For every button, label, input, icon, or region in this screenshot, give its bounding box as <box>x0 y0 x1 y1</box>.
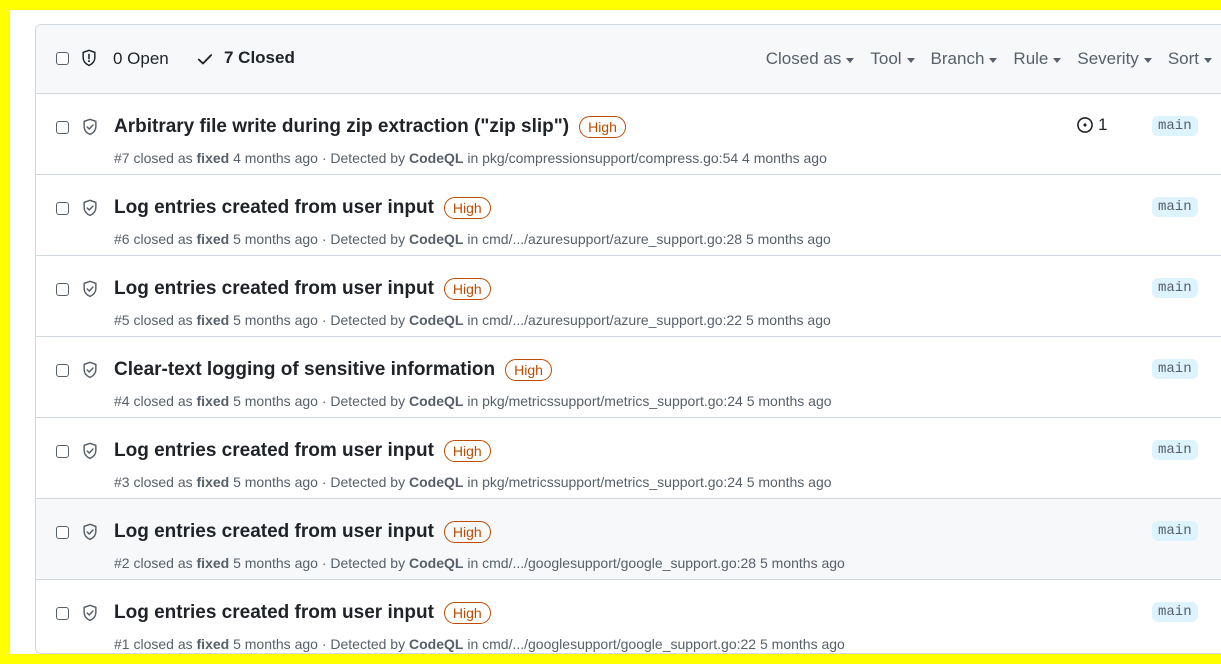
severity-badge: High <box>443 521 491 543</box>
branch-label: main <box>1152 359 1198 379</box>
filter-closed-as[interactable]: Closed as <box>766 49 855 69</box>
alert-checkbox[interactable] <box>56 202 69 215</box>
list-header: 0 Open 7 Closed Closed as Tool Branch Ru… <box>36 25 1221 94</box>
file-location[interactable]: pkg/metricssupport/metrics_support.go:24 <box>482 474 743 490</box>
branch-label: main <box>1152 602 1198 622</box>
file-location[interactable]: cmd/.../azuresupport/azure_support.go:28 <box>482 231 742 247</box>
branch-label: main <box>1152 116 1198 136</box>
file-location[interactable]: cmd/.../googlesupport/google_support.go:… <box>482 636 756 652</box>
alert-meta: #6 closed as fixed 5 months ago · Detect… <box>114 231 831 247</box>
alert-checkbox[interactable] <box>56 445 69 458</box>
alert-meta: #5 closed as fixed 5 months ago · Detect… <box>114 312 831 328</box>
select-all-checkbox[interactable] <box>56 52 69 65</box>
chevron-down-icon <box>1143 57 1152 63</box>
alerts-list: 0 Open 7 Closed Closed as Tool Branch Ru… <box>35 24 1221 654</box>
alert-meta: #7 closed as fixed 4 months ago · Detect… <box>114 150 827 166</box>
chevron-down-icon <box>1053 57 1062 63</box>
shield-check-icon <box>83 118 97 136</box>
filter-severity[interactable]: Severity <box>1077 49 1152 69</box>
alert-checkbox[interactable] <box>56 607 69 620</box>
file-location[interactable]: cmd/.../azuresupport/azure_support.go:22 <box>482 312 742 328</box>
alert-row: Log entries created from user input High… <box>36 256 1221 337</box>
alert-row: Log entries created from user input High… <box>36 580 1221 653</box>
open-tab[interactable]: 0 Open <box>113 49 169 69</box>
alert-checkbox[interactable] <box>56 364 69 377</box>
alert-row: Log entries created from user input High… <box>36 175 1221 256</box>
alert-title-link[interactable]: Clear-text logging of sensitive informat… <box>114 359 495 381</box>
shield-check-icon <box>83 523 97 541</box>
alert-checkbox[interactable] <box>56 526 69 539</box>
branch-label: main <box>1152 197 1198 217</box>
alert-meta: #1 closed as fixed 5 months ago · Detect… <box>114 636 845 652</box>
file-location[interactable]: pkg/metricssupport/metrics_support.go:24 <box>482 393 743 409</box>
alert-title-link[interactable]: Log entries created from user input <box>114 521 434 543</box>
branch-label: main <box>1152 278 1198 298</box>
shield-check-icon <box>83 280 97 298</box>
severity-badge: High <box>579 116 626 138</box>
filter-bar: Closed as Tool Branch Rule Severity Sort <box>750 49 1212 69</box>
alert-title-link[interactable]: Log entries created from user input <box>114 197 434 219</box>
alert-title-link[interactable]: Log entries created from user input <box>114 440 434 462</box>
shield-check-icon <box>83 361 97 379</box>
closed-tab[interactable]: 7 Closed <box>224 48 295 68</box>
check-icon <box>197 54 213 65</box>
alert-row: Clear-text logging of sensitive informat… <box>36 337 1221 418</box>
chevron-down-icon <box>906 57 915 63</box>
file-location[interactable]: cmd/.../googlesupport/google_support.go:… <box>482 555 756 571</box>
filter-tool[interactable]: Tool <box>870 49 915 69</box>
filter-rule[interactable]: Rule <box>1013 49 1062 69</box>
alert-title-link[interactable]: Arbitrary file write during zip extracti… <box>114 116 569 138</box>
severity-badge: High <box>443 602 491 624</box>
severity-badge: High <box>505 359 552 381</box>
alert-meta: #3 closed as fixed 5 months ago · Detect… <box>114 474 832 490</box>
alert-meta: #2 closed as fixed 5 months ago · Detect… <box>114 555 845 571</box>
linked-issues[interactable]: 1 <box>1076 115 1107 135</box>
chevron-down-icon <box>989 57 998 63</box>
alert-checkbox[interactable] <box>56 283 69 296</box>
issue-opened-icon <box>1077 117 1093 133</box>
chevron-down-icon <box>1204 57 1212 63</box>
severity-badge: High <box>443 440 491 462</box>
severity-badge: High <box>443 197 491 219</box>
file-location[interactable]: pkg/compressionsupport/compress.go:54 <box>482 150 738 166</box>
shield-alert-icon <box>82 49 96 67</box>
filter-branch[interactable]: Branch <box>931 49 998 69</box>
alert-row: Log entries created from user input High… <box>36 418 1221 499</box>
alert-title-link[interactable]: Log entries created from user input <box>114 278 434 300</box>
branch-label: main <box>1152 521 1198 541</box>
branch-label: main <box>1152 440 1198 460</box>
alert-row: Log entries created from user input High… <box>36 499 1221 580</box>
alert-meta: #4 closed as fixed 5 months ago · Detect… <box>114 393 832 409</box>
shield-check-icon <box>83 199 97 217</box>
alert-row: Arbitrary file write during zip extracti… <box>36 94 1221 175</box>
shield-check-icon <box>83 442 97 460</box>
filter-sort[interactable]: Sort <box>1168 49 1212 69</box>
severity-badge: High <box>443 278 491 300</box>
shield-check-icon <box>83 604 97 622</box>
alert-checkbox[interactable] <box>56 121 69 134</box>
alert-title-link[interactable]: Log entries created from user input <box>114 602 434 624</box>
chevron-down-icon <box>846 57 855 63</box>
